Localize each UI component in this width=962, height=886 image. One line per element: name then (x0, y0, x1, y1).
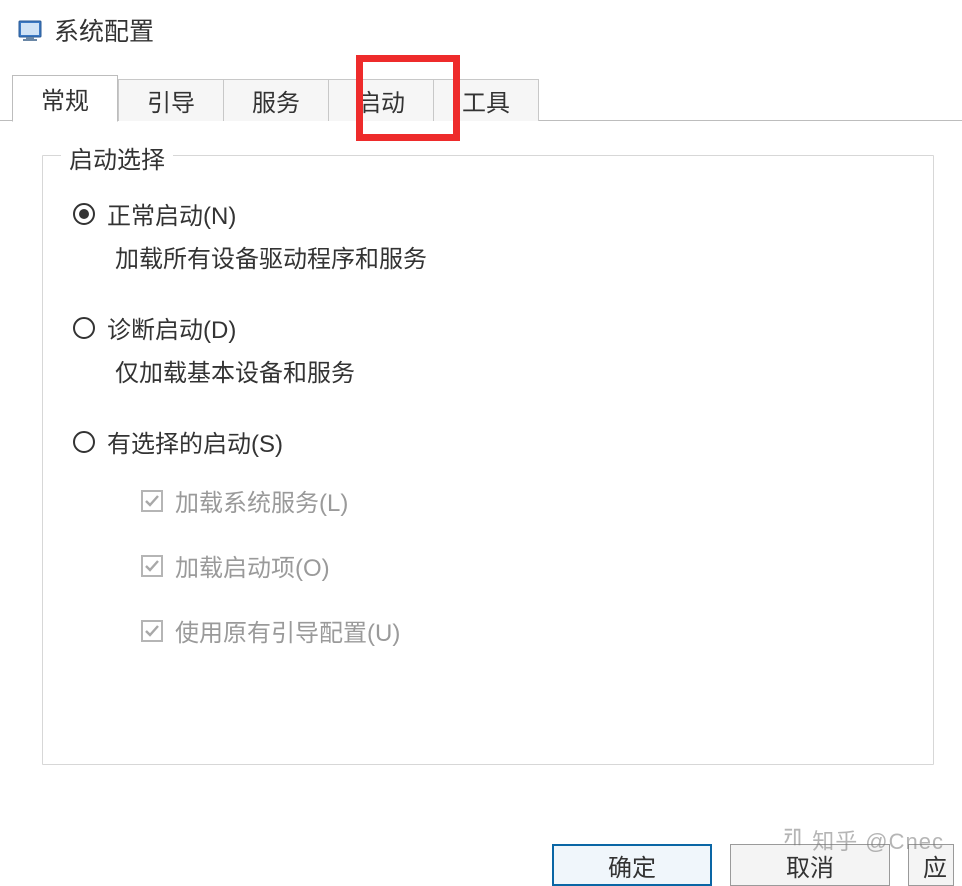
group-startup-selection: 启动选择 正常启动(N) 加载所有设备驱动程序和服务 诊断启动(D) 仅加载基本… (42, 155, 934, 765)
checkbox-original-boot-label: 使用原有引导配置(U) (175, 613, 400, 648)
check-row-startup-items: 加载启动项(O) (141, 548, 903, 583)
radio-diagnostic[interactable] (73, 317, 95, 339)
tab-strip: 常规 引导 服务 启动 工具 (0, 74, 962, 121)
ok-button[interactable]: 确定 (552, 844, 712, 886)
check-row-system-services: 加载系统服务(L) (141, 483, 903, 518)
group-legend: 启动选择 (61, 140, 173, 175)
checkbox-system-services-label: 加载系统服务(L) (175, 483, 348, 518)
option-normal: 正常启动(N) 加载所有设备驱动程序和服务 (73, 196, 903, 274)
radio-selective-label[interactable]: 有选择的启动(S) (107, 424, 283, 459)
tab-boot[interactable]: 引导 (118, 79, 224, 121)
radio-diagnostic-label[interactable]: 诊断启动(D) (107, 310, 236, 345)
title-bar: 系统配置 (0, 0, 962, 66)
selective-checks: 加载系统服务(L) 加载启动项(O) 使用原有引导配置(U) (141, 483, 903, 648)
checkbox-startup-items (141, 555, 163, 577)
tab-panel-general: 启动选择 正常启动(N) 加载所有设备驱动程序和服务 诊断启动(D) 仅加载基本… (0, 121, 962, 765)
window-title: 系统配置 (54, 12, 154, 48)
cancel-button[interactable]: 取消 (730, 844, 890, 886)
option-selective: 有选择的启动(S) 加载系统服务(L) 加载启动项(O) (73, 424, 903, 648)
checkbox-startup-items-label: 加载启动项(O) (175, 548, 330, 583)
radio-normal-desc: 加载所有设备驱动程序和服务 (115, 239, 903, 274)
tab-services[interactable]: 服务 (223, 79, 329, 121)
check-row-original-boot: 使用原有引导配置(U) (141, 613, 903, 648)
tab-startup[interactable]: 启动 (328, 79, 434, 121)
tab-general[interactable]: 常规 (12, 75, 118, 122)
radio-normal-label[interactable]: 正常启动(N) (107, 196, 236, 231)
apply-button[interactable]: 应 (908, 844, 954, 886)
checkbox-original-boot (141, 620, 163, 642)
option-diagnostic: 诊断启动(D) 仅加载基本设备和服务 (73, 310, 903, 388)
app-icon (18, 19, 42, 41)
tab-tools[interactable]: 工具 (433, 79, 539, 121)
dialog-buttons: 确定 取消 应 (552, 834, 962, 886)
radio-selective[interactable] (73, 431, 95, 453)
radio-normal[interactable] (73, 203, 95, 225)
radio-diagnostic-desc: 仅加载基本设备和服务 (115, 353, 903, 388)
checkbox-system-services (141, 490, 163, 512)
